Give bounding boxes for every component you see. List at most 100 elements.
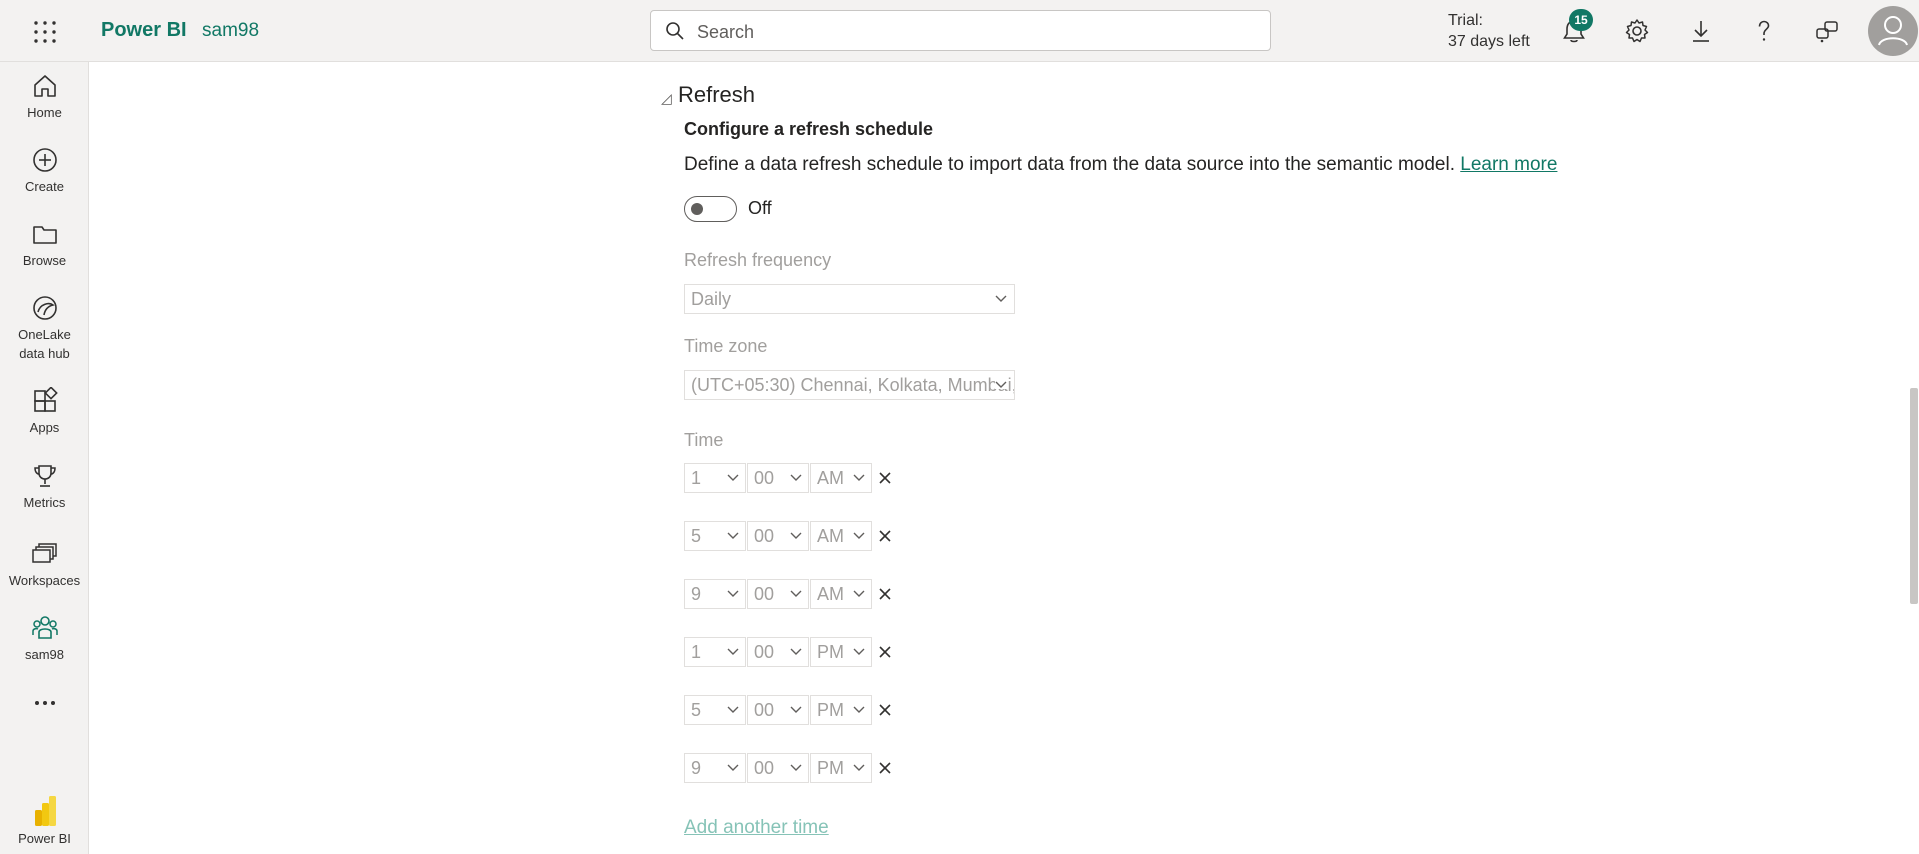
remove-time-close-icon[interactable]: [877, 528, 893, 544]
ampm-value: AM: [817, 584, 844, 604]
refresh-schedule-heading: Configure a refresh schedule: [684, 119, 934, 139]
ampm-select[interactable]: AM: [810, 521, 872, 551]
remove-time-close-icon[interactable]: [877, 644, 893, 660]
minute-value: 00: [754, 758, 775, 778]
nav-item-apps[interactable]: Apps: [0, 387, 89, 437]
hour-value: 1: [691, 642, 702, 662]
minute-select[interactable]: 00: [747, 521, 809, 551]
apps-icon: [33, 387, 58, 412]
workspace-breadcrumb[interactable]: sam98: [202, 20, 259, 42]
help-icon[interactable]: [1750, 17, 1778, 45]
trial-label: Trial:: [1448, 12, 1483, 29]
ampm-value: PM: [817, 642, 844, 662]
nav-item-label: sam98: [24, 647, 65, 662]
ampm-select[interactable]: PM: [810, 695, 872, 725]
ampm-select[interactable]: PM: [810, 637, 872, 667]
download-icon[interactable]: [1687, 17, 1715, 45]
ampm-select[interactable]: AM: [810, 463, 872, 493]
nav-item-label: Metrics: [23, 495, 66, 510]
nav-item-label: Power BI: [18, 831, 71, 846]
ampm-value: PM: [817, 758, 844, 778]
hour-select[interactable]: 1: [684, 637, 746, 667]
nav-item-label: Apps: [29, 420, 60, 435]
remove-time-close-icon[interactable]: [877, 760, 893, 776]
hour-select[interactable]: 9: [684, 579, 746, 609]
refresh-schedule-toggle[interactable]: [684, 196, 737, 222]
onelake-icon: [32, 296, 57, 320]
nav-item-sam98-workspace[interactable]: sam98: [0, 614, 89, 664]
more-ellipsis-icon: [34, 701, 55, 705]
left-navigation: Home Create Browse OneLake data hub Apps: [0, 62, 89, 854]
chevron-down-icon: [853, 706, 865, 713]
settings-gear-icon[interactable]: [1623, 17, 1651, 45]
minute-value: 00: [754, 584, 775, 604]
chevron-down-icon: [727, 474, 739, 481]
search-box[interactable]: [650, 10, 1271, 51]
ampm-select[interactable]: PM: [810, 753, 872, 783]
nav-item-home[interactable]: Home: [0, 72, 89, 122]
nav-item-create[interactable]: Create: [0, 146, 89, 196]
hour-select[interactable]: 5: [684, 695, 746, 725]
minute-value: 00: [754, 526, 775, 546]
hour-value: 9: [691, 758, 702, 778]
minute-select[interactable]: 00: [747, 753, 809, 783]
workspaces-icon: [31, 543, 57, 563]
brand-title[interactable]: Power BI: [101, 19, 187, 42]
refresh-frequency-label: Refresh frequency: [684, 250, 832, 270]
remove-time-close-icon[interactable]: [877, 586, 893, 602]
nav-item-workspaces[interactable]: Workspaces: [0, 540, 89, 590]
minute-select[interactable]: 00: [747, 463, 809, 493]
chevron-down-icon: [727, 764, 739, 771]
trial-days-left: 37 days left: [1448, 33, 1530, 50]
chevron-down-icon: [790, 648, 802, 655]
toggle-state-label: Off: [748, 198, 772, 218]
remove-time-close-icon[interactable]: [877, 702, 893, 718]
search-icon: [666, 22, 684, 40]
folder-icon: [32, 226, 57, 244]
hour-select[interactable]: 9: [684, 753, 746, 783]
minute-value: 00: [754, 468, 775, 488]
chevron-down-icon: [727, 532, 739, 539]
chevron-down-icon: [853, 532, 865, 539]
refresh-frequency-value: Daily: [691, 289, 732, 309]
hour-value: 5: [691, 700, 702, 720]
nav-item-onelake-data-hub[interactable]: OneLake data hub: [0, 294, 89, 363]
nav-item-label: Home: [27, 105, 62, 120]
refresh-frequency-dropdown[interactable]: Daily: [684, 284, 1015, 314]
chevron-down-icon: [790, 474, 802, 481]
workspace-people-icon: [31, 616, 58, 639]
trial-status[interactable]: Trial: 37 days left: [1448, 10, 1530, 52]
chevron-down-icon: [727, 590, 739, 597]
app-launcher-icon[interactable]: [33, 20, 57, 44]
minute-select[interactable]: 00: [747, 695, 809, 725]
feedback-icon[interactable]: [1813, 17, 1841, 45]
nav-item-power-bi[interactable]: Power BI: [0, 794, 89, 848]
hour-select[interactable]: 1: [684, 463, 746, 493]
chevron-down-icon: [853, 764, 865, 771]
notification-count-badge: 15: [1569, 9, 1593, 31]
create-plus-icon: [32, 148, 57, 172]
section-title-refresh[interactable]: Refresh: [678, 82, 755, 108]
minute-select[interactable]: 00: [747, 637, 809, 667]
home-icon: [33, 75, 56, 97]
time-zone-dropdown[interactable]: (UTC+05:30) Chennai, Kolkata, Mumbai, Ne…: [684, 370, 1015, 400]
nav-item-label: Workspaces: [8, 573, 81, 588]
time-zone-value: (UTC+05:30) Chennai, Kolkata, Mumbai, Ne…: [691, 375, 1015, 395]
search-input[interactable]: [695, 17, 1259, 47]
vertical-scrollbar-thumb[interactable]: [1910, 388, 1918, 604]
learn-more-link[interactable]: Learn more: [1460, 154, 1557, 175]
ampm-select[interactable]: AM: [810, 579, 872, 609]
add-another-time-link[interactable]: Add another time: [684, 817, 829, 839]
chevron-down-icon: [790, 706, 802, 713]
account-avatar[interactable]: [1868, 6, 1918, 56]
nav-item-browse[interactable]: Browse: [0, 220, 89, 270]
hour-select[interactable]: 5: [684, 521, 746, 551]
nav-more-button[interactable]: [0, 698, 89, 708]
nav-item-label: Browse: [22, 253, 67, 268]
chevron-down-icon: [995, 381, 1007, 389]
collapse-caret-icon[interactable]: ◿: [661, 90, 672, 107]
remove-time-close-icon[interactable]: [877, 470, 893, 486]
minute-select[interactable]: 00: [747, 579, 809, 609]
power-bi-logo-icon: [34, 796, 56, 826]
nav-item-metrics[interactable]: Metrics: [0, 462, 89, 512]
